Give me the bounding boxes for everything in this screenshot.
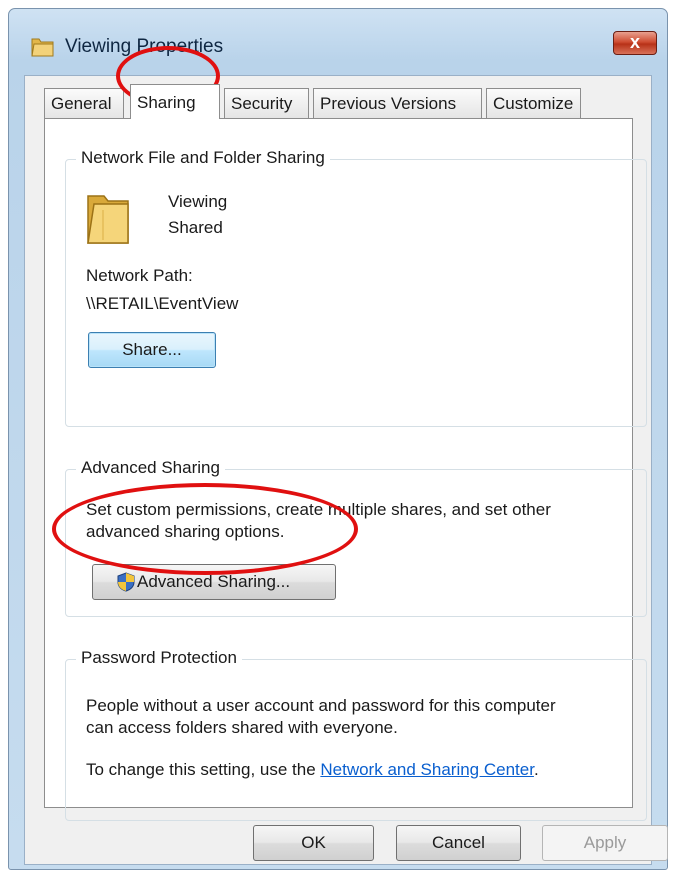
password-protection-group: Password Protection People without a use… xyxy=(65,648,647,821)
folder-icon xyxy=(31,38,54,57)
tab-previous-versions[interactable]: Previous Versions xyxy=(313,88,482,118)
dialog-client-area: General Security Previous Versions Custo… xyxy=(24,75,668,865)
change-setting-text: To change this setting, use the Network … xyxy=(86,760,539,780)
change-setting-suffix: . xyxy=(533,760,539,779)
properties-window: Viewing Properties x General Security Pr… xyxy=(8,8,668,870)
ok-button[interactable]: OK xyxy=(253,825,374,861)
network-sharing-center-link[interactable]: Network and Sharing Center xyxy=(320,760,534,779)
tab-sharing[interactable]: Sharing xyxy=(130,84,220,119)
password-protection-text-1: People without a user account and passwo… xyxy=(86,696,556,715)
group-title: Network File and Folder Sharing xyxy=(76,148,330,168)
network-path-label: Network Path: xyxy=(86,266,193,285)
share-button[interactable]: Share... xyxy=(88,332,216,368)
tab-security[interactable]: Security xyxy=(224,88,309,118)
folder-name: Viewing xyxy=(168,192,228,211)
tab-general[interactable]: General xyxy=(44,88,124,118)
network-path-value: \\RETAIL\EventView xyxy=(86,294,239,313)
network-file-folder-sharing-group: Network File and Folder Sharing Viewing … xyxy=(65,148,647,427)
shared-folder-icon xyxy=(87,195,129,244)
password-protection-text-2: can access folders shared with everyone. xyxy=(86,718,398,737)
title-bar[interactable]: Viewing Properties x xyxy=(9,9,667,69)
group-title: Advanced Sharing xyxy=(76,458,225,478)
uac-shield-icon xyxy=(117,572,135,592)
close-button[interactable]: x xyxy=(613,31,657,55)
close-icon: x xyxy=(629,32,640,52)
apply-button[interactable]: Apply xyxy=(542,825,668,861)
tab-customize[interactable]: Customize xyxy=(486,88,581,118)
cancel-button[interactable]: Cancel xyxy=(396,825,521,861)
advanced-sharing-highlight xyxy=(52,483,358,575)
folder-share-status: Shared xyxy=(168,218,223,237)
sharing-tab-panel: Network File and Folder Sharing Viewing … xyxy=(44,118,647,821)
change-setting-prefix: To change this setting, use the xyxy=(86,760,321,779)
group-title: Password Protection xyxy=(76,648,242,668)
